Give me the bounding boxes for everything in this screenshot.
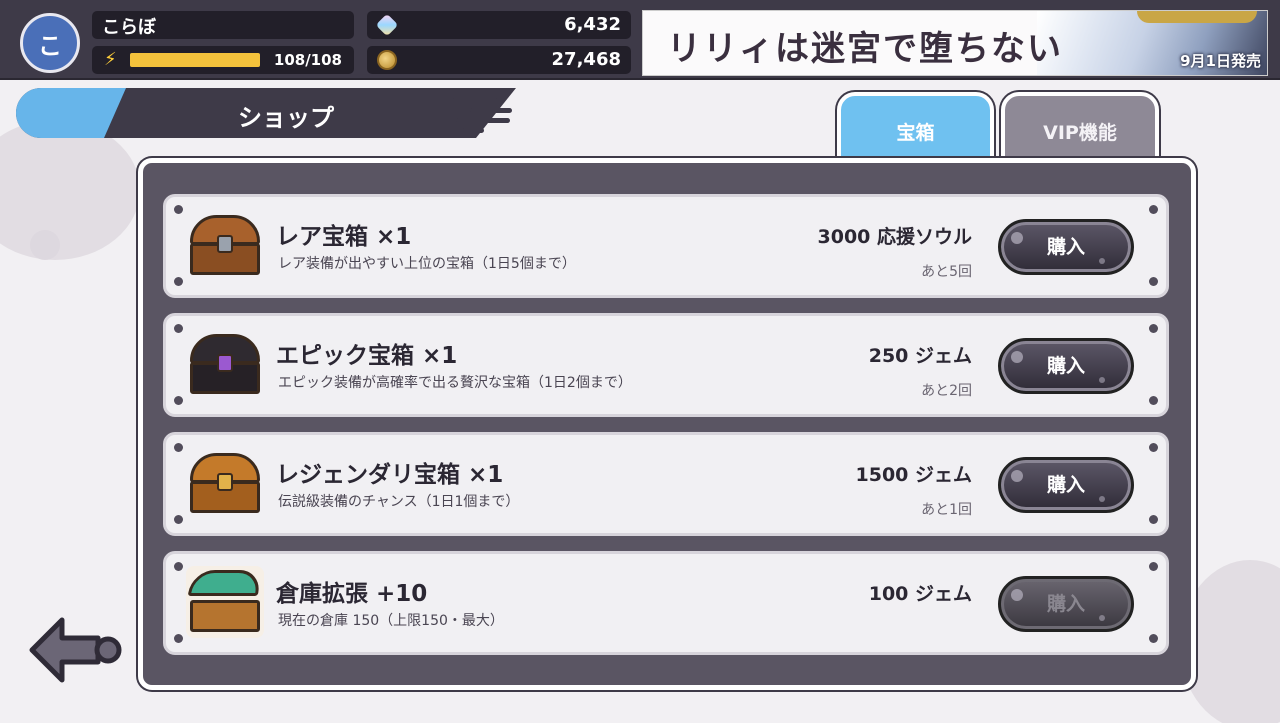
rivet (174, 515, 183, 524)
shop-item-epic-chest: エピック宝箱 ×1 エピック装備が高確率で出る贅沢な宝箱（1日2個まで） 250… (163, 313, 1169, 417)
banner-hat-art (1137, 11, 1257, 23)
item-title: レア宝箱 ×1 (276, 224, 412, 250)
rivet (1149, 515, 1158, 524)
stamina-value: 108/108 (273, 51, 342, 69)
item-remaining: あと2回 (921, 383, 972, 399)
rivet (1149, 277, 1158, 286)
rivet (1149, 324, 1158, 333)
rivet (174, 396, 183, 405)
speed-line (462, 128, 484, 133)
player-name-pill: こらぼ (92, 11, 354, 39)
item-price: 1500 ジェム (855, 464, 973, 486)
promo-banner[interactable]: リリィは迷宮で堕ちない 9月1日発売 (642, 10, 1268, 76)
buy-button-label: 購入 (1046, 593, 1085, 615)
buy-button-label: 購入 (1046, 355, 1085, 377)
shop-item-legendary-chest: レジェンダリ宝箱 ×1 伝説級装備のチャンス（1日1個まで） 1500 ジェム … (163, 432, 1169, 536)
item-description: 伝説級装備のチャンス（1日1個まで） (278, 494, 520, 510)
item-description: レア装備が出やすい上位の宝箱（1日5個まで） (278, 256, 576, 272)
rivet (1149, 205, 1158, 214)
rare-chest-icon (186, 209, 264, 281)
item-price: 250 ジェム (868, 345, 972, 367)
item-price: 100 ジェム (868, 583, 972, 605)
stamina-bar (130, 53, 260, 67)
banner-title: リリィは迷宮で堕ちない (667, 29, 1063, 69)
rivet (174, 205, 183, 214)
rivet (174, 562, 183, 571)
rivet (1149, 634, 1158, 643)
epic-chest-icon (186, 328, 264, 400)
back-arrow-icon[interactable] (28, 614, 124, 686)
item-title: 倉庫拡張 +10 (276, 581, 428, 607)
gem-count: 6,432 (564, 14, 621, 35)
legendary-chest-icon (186, 447, 264, 519)
item-description: 現在の倉庫 150（上限150・最大） (278, 613, 504, 629)
tab-vip[interactable]: VIP機能 (1001, 92, 1159, 162)
coin-icon (377, 50, 397, 70)
page-title: ショップ (238, 104, 334, 132)
rivet (174, 324, 183, 333)
item-description: エピック装備が高確率で出る贅沢な宝箱（1日2個まで） (278, 375, 632, 391)
shop-item-storage-expansion: 倉庫拡張 +10 現在の倉庫 150（上限150・最大） 100 ジェム 購入 (163, 551, 1169, 655)
rivet (174, 634, 183, 643)
lightning-icon: ⚡ (104, 49, 117, 70)
buy-button-label: 購入 (1046, 236, 1085, 258)
buy-button[interactable]: 購入 (998, 219, 1134, 275)
bg-blob (0, 120, 140, 260)
storage-chest-icon (186, 566, 264, 638)
item-price: 3000 応援ソウル (817, 226, 973, 248)
speed-line (452, 98, 498, 103)
stamina-pill: ⚡ 108/108 (92, 46, 354, 74)
gem-pill: 6,432 (367, 11, 631, 39)
speed-line (470, 108, 512, 113)
item-remaining: あと5回 (921, 264, 972, 280)
buy-button-label: 購入 (1046, 474, 1085, 496)
speed-line (456, 118, 510, 123)
shop-item-rare-chest: レア宝箱 ×1 レア装備が出やすい上位の宝箱（1日5個まで） 3000 応援ソウ… (163, 194, 1169, 298)
rivet (174, 277, 183, 286)
buy-button[interactable]: 購入 (998, 457, 1134, 513)
gold-pill: 27,468 (367, 46, 631, 74)
gem-icon (375, 13, 399, 37)
rivet (1149, 562, 1158, 571)
item-title: レジェンダリ宝箱 ×1 (276, 462, 504, 488)
buy-button-disabled[interactable]: 購入 (998, 576, 1134, 632)
item-title: エピック宝箱 ×1 (276, 343, 458, 369)
tab-treasure-chest[interactable]: 宝箱 (837, 92, 994, 162)
bg-blob (30, 230, 60, 260)
buy-button[interactable]: 購入 (998, 338, 1134, 394)
player-avatar[interactable]: こ (20, 13, 80, 73)
banner-release-date: 9月1日発売 (1180, 52, 1261, 70)
rivet (1149, 396, 1158, 405)
rivet (174, 443, 183, 452)
item-remaining: あと1回 (921, 502, 972, 518)
player-name: こらぼ (102, 17, 156, 38)
gold-count: 27,468 (551, 49, 621, 70)
rivet (1149, 443, 1158, 452)
top-status-bar: こ こらぼ ⚡ 108/108 6,432 27,468 リリィは迷宮で堕ちない… (0, 0, 1280, 80)
